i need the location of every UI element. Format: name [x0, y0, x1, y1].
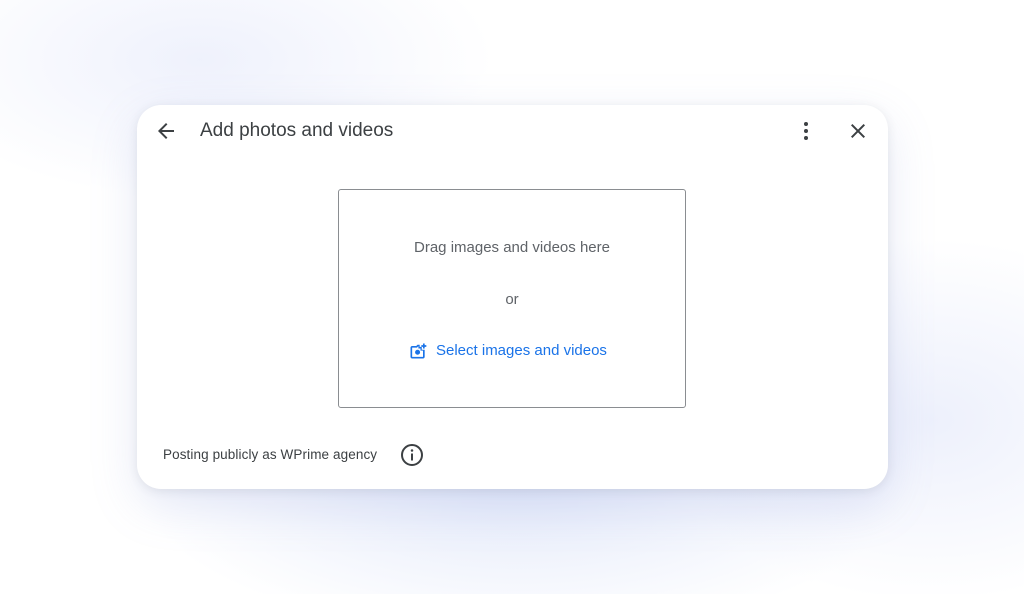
select-media-button[interactable]: Select images and videos — [408, 339, 607, 363]
back-button[interactable] — [148, 113, 184, 149]
info-button[interactable] — [399, 442, 425, 468]
info-icon — [401, 444, 423, 466]
arrow-back-icon — [158, 123, 174, 139]
more-vert-icon — [804, 122, 808, 140]
dialog-title: Add photos and videos — [200, 120, 394, 141]
close-button[interactable] — [840, 113, 876, 149]
add-photo-icon — [410, 343, 427, 359]
posting-publicly-text: Posting publicly as WPrime agency — [163, 447, 378, 462]
more-options-button[interactable] — [788, 113, 824, 149]
close-icon — [851, 124, 865, 138]
add-photos-dialog: Add photos and videos Drag images and vi… — [137, 105, 888, 489]
select-media-label: Select images and videos — [436, 342, 607, 359]
or-separator: or — [505, 291, 519, 308]
drag-instruction: Drag images and videos here — [414, 239, 610, 256]
upload-dropzone[interactable]: Drag images and videos here or Select im… — [338, 189, 686, 408]
